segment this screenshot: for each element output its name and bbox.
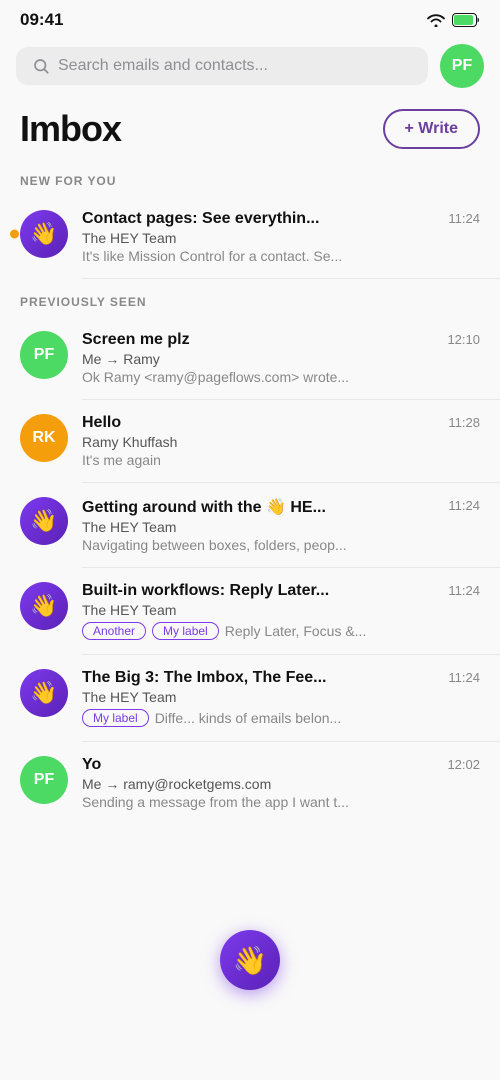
status-icons — [426, 13, 480, 27]
status-bar: 09:41 — [0, 0, 500, 36]
email-sender: Ramy Khuffash — [82, 434, 480, 450]
email-time: 12:02 — [447, 756, 480, 772]
email-item[interactable]: 👋 The Big 3: The Imbox, The Fee... 11:24… — [0, 655, 500, 741]
avatar: 👋 — [20, 210, 68, 258]
email-top-row: Screen me plz 12:10 — [82, 331, 480, 349]
email-preview: It's me again — [82, 452, 480, 468]
email-item[interactable]: PF Yo 12:02 Me → ramy@rocketgems.com Sen… — [0, 742, 500, 824]
email-list: NEW FOR YOU 👋 Contact pages: See everyth… — [0, 158, 500, 824]
email-sender: Me → Ramy — [82, 351, 480, 367]
email-item[interactable]: 👋 Contact pages: See everythin... 11:24 … — [0, 196, 500, 278]
email-sender: The HEY Team — [82, 230, 480, 246]
email-subject: Screen me plz — [82, 331, 447, 349]
email-item[interactable]: PF Screen me plz 12:10 Me → Ramy Ok Ramy… — [0, 317, 500, 399]
email-item[interactable]: 👋 Built-in workflows: Reply Later... 11:… — [0, 568, 500, 654]
email-top-row: Yo 12:02 — [82, 756, 480, 774]
status-time: 09:41 — [20, 10, 63, 30]
email-tags: My label Diffe... kinds of emails belon.… — [82, 709, 480, 727]
search-bar[interactable]: Search emails and contacts... — [16, 47, 428, 85]
search-icon — [32, 57, 50, 75]
section-label-prev: PREVIOUSLY SEEN — [0, 279, 500, 317]
email-subject: Hello — [82, 414, 448, 432]
avatar: RK — [20, 414, 68, 462]
email-top-row: Hello 11:28 — [82, 414, 480, 432]
avatar: PF — [20, 756, 68, 804]
email-content: The Big 3: The Imbox, The Fee... 11:24 T… — [82, 669, 480, 727]
email-time: 11:28 — [448, 414, 480, 430]
fab-icon: 👋 — [233, 944, 268, 977]
header-row: Imbox + Write — [0, 96, 500, 158]
section-label-new: NEW FOR YOU — [0, 158, 500, 196]
email-time: 11:24 — [448, 669, 480, 685]
avatar: 👋 — [20, 669, 68, 717]
email-content: Built-in workflows: Reply Later... 11:24… — [82, 582, 480, 640]
email-subject: The Big 3: The Imbox, The Fee... — [82, 669, 448, 687]
email-subject: Getting around with the 👋 HE... — [82, 497, 448, 517]
email-item[interactable]: RK Hello 11:28 Ramy Khuffash It's me aga… — [0, 400, 500, 482]
unread-dot — [10, 230, 19, 239]
email-content: Hello 11:28 Ramy Khuffash It's me again — [82, 414, 480, 468]
email-content: Contact pages: See everythin... 11:24 Th… — [82, 210, 480, 264]
email-content: Yo 12:02 Me → ramy@rocketgems.com Sendin… — [82, 756, 480, 810]
user-avatar[interactable]: PF — [440, 44, 484, 88]
email-time: 11:24 — [448, 582, 480, 598]
email-top-row: Built-in workflows: Reply Later... 11:24 — [82, 582, 480, 600]
search-placeholder: Search emails and contacts... — [58, 57, 268, 75]
email-preview: It's like Mission Control for a contact.… — [82, 248, 480, 264]
email-subject: Built-in workflows: Reply Later... — [82, 582, 448, 600]
floating-action-button[interactable]: 👋 — [220, 930, 280, 990]
email-sender: The HEY Team — [82, 519, 480, 535]
email-preview: Sending a message from the app I want t.… — [82, 794, 480, 810]
email-preview: Diffe... kinds of emails belon... — [155, 710, 342, 726]
battery-icon — [452, 13, 480, 27]
tag-pill[interactable]: My label — [152, 622, 219, 640]
email-item[interactable]: 👋 Getting around with the 👋 HE... 11:24 … — [0, 483, 500, 567]
email-preview: Ok Ramy <ramy@pageflows.com> wrote... — [82, 369, 480, 385]
email-top-row: Contact pages: See everythin... 11:24 — [82, 210, 480, 228]
email-subject: Contact pages: See everythin... — [82, 210, 448, 228]
email-content: Getting around with the 👋 HE... 11:24 Th… — [82, 497, 480, 553]
page-title: Imbox — [20, 108, 121, 150]
email-sender: The HEY Team — [82, 689, 480, 705]
email-sender: Me → ramy@rocketgems.com — [82, 776, 480, 792]
email-subject: Yo — [82, 756, 447, 774]
email-preview: Reply Later, Focus &... — [225, 623, 367, 639]
email-time: 11:24 — [448, 497, 480, 513]
email-top-row: The Big 3: The Imbox, The Fee... 11:24 — [82, 669, 480, 687]
avatar: 👋 — [20, 497, 68, 545]
email-content: Screen me plz 12:10 Me → Ramy Ok Ramy <r… — [82, 331, 480, 385]
email-time: 12:10 — [447, 331, 480, 347]
search-bar-row: Search emails and contacts... PF — [0, 36, 500, 96]
email-tags: Another My label Reply Later, Focus &... — [82, 622, 480, 640]
tag-pill[interactable]: Another — [82, 622, 146, 640]
email-sender: The HEY Team — [82, 602, 480, 618]
avatar: PF — [20, 331, 68, 379]
email-top-row: Getting around with the 👋 HE... 11:24 — [82, 497, 480, 517]
tag-pill[interactable]: My label — [82, 709, 149, 727]
email-preview: Navigating between boxes, folders, peop.… — [82, 537, 480, 553]
write-button[interactable]: + Write — [383, 109, 481, 149]
avatar: 👋 — [20, 582, 68, 630]
email-time: 11:24 — [448, 210, 480, 226]
wifi-icon — [426, 13, 446, 27]
